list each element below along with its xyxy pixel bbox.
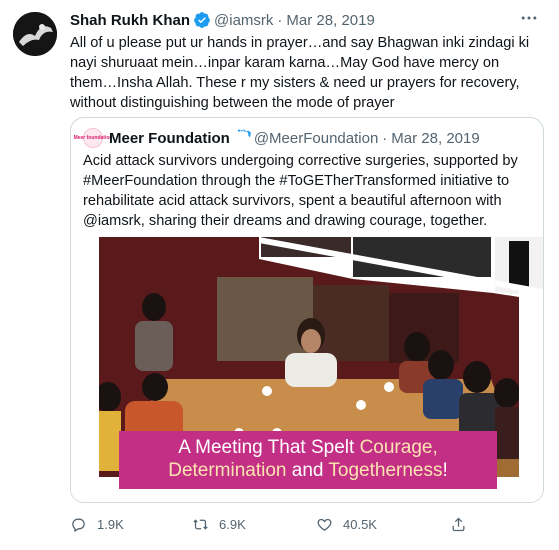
separator-dot: · [277,11,283,29]
banner-text: A Meeting That Spelt [178,437,360,458]
banner-highlight: Togetherness [328,460,443,481]
tweet-actions: 1.9K 6.9K 40.5K [70,514,470,534]
banner-text: and [291,460,329,481]
reply-icon [72,518,85,532]
share-icon [452,517,465,531]
retweet-icon [193,518,208,530]
more-icon[interactable] [517,8,541,28]
quoted-avatar[interactable]: Meer foundation [74,128,112,148]
like-button[interactable]: 40.5K [316,514,377,534]
banner-line-1: A Meeting That Spelt Courage, [119,437,497,459]
meeting-banner: A Meeting That Spelt Courage, Determinat… [119,431,497,489]
quoted-author-handle: @MeerFoundation [253,129,379,147]
quoted-tweet[interactable]: Meer foundation Meer Foundation @MeerFou… [70,117,544,503]
banner-highlight: Courage, [359,437,438,458]
tweet[interactable]: Shah Rukh Khan @iamsrk · Mar 28, 2019 Al… [0,0,559,550]
tweet-date[interactable]: Mar 28, 2019 [286,12,374,29]
reply-button[interactable]: 1.9K [70,514,124,534]
heart-icon [317,518,332,531]
author-name[interactable]: Shah Rukh Khan [70,12,190,29]
quoted-avatar-logo: Meer foundation [73,134,113,141]
verified-badge-icon [237,129,251,142]
banner-line-2: Determination and Togetherness! [119,460,497,482]
banner-text: ! [442,460,448,481]
retweet-button[interactable]: 6.9K [192,514,246,534]
tweet-text: All of u please put ur hands in prayer…a… [70,35,530,111]
quoted-tweet-header: Meer foundation Meer Foundation @MeerFou… [74,128,480,148]
avatar[interactable] [13,12,57,56]
separator-dot: · [382,129,388,147]
quoted-tweet-text: Acid attack survivors undergoing correct… [83,153,518,229]
verified-badge-icon [194,12,210,28]
quoted-author-name: Meer Foundation [109,129,230,147]
retweet-count: 6.9K [219,516,246,532]
share-button[interactable] [450,514,477,534]
tweet-header: Shah Rukh Khan @iamsrk · Mar 28, 2019 [70,10,375,30]
reply-count: 1.9K [97,516,124,532]
like-count: 40.5K [343,516,377,532]
quoted-date: Mar 28, 2019 [391,129,480,147]
banner-highlight: Determination [168,460,292,481]
author-handle[interactable]: @iamsrk [214,12,273,29]
quoted-media-image[interactable]: A Meeting That Spelt Courage, Determinat… [71,237,543,502]
